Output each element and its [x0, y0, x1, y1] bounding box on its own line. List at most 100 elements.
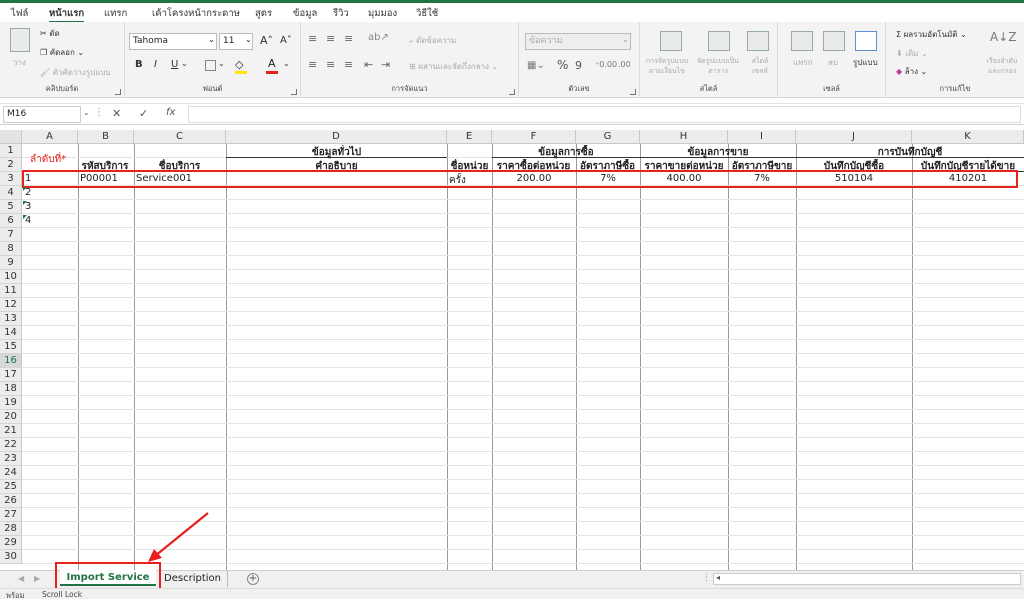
percent-button[interactable]: % — [557, 58, 568, 72]
decrease-decimal-icon[interactable]: .00 — [618, 60, 631, 69]
cut-button[interactable]: ✂ ตัด — [40, 27, 60, 40]
borders-chevron-icon[interactable]: ⌄ — [218, 59, 225, 68]
number-launcher-icon[interactable] — [630, 89, 636, 95]
row-header-1[interactable]: 1 — [0, 144, 22, 158]
decrease-indent-icon[interactable]: ⇤ — [364, 58, 373, 71]
row-header-14[interactable]: 14 — [0, 326, 22, 340]
conditional-format-button[interactable]: การจัดรูปแบบตามเงื่อนไข — [644, 56, 690, 76]
format-table-icon[interactable] — [708, 31, 730, 51]
conditional-format-icon[interactable] — [660, 31, 682, 51]
row-header-11[interactable]: 11 — [0, 284, 22, 298]
formula-input[interactable] — [188, 106, 1021, 123]
sort-filter-icon[interactable]: A↓Z — [990, 30, 1016, 44]
merge-center-button[interactable]: ⊞ ผสานและจัดกึ่งกลาง ⌄ — [409, 60, 498, 73]
row-header-28[interactable]: 28 — [0, 522, 22, 536]
grow-font-button[interactable]: A˄ — [260, 34, 273, 47]
row-header-24[interactable]: 24 — [0, 466, 22, 480]
row-header-15[interactable]: 15 — [0, 340, 22, 354]
italic-button[interactable]: I — [154, 59, 157, 70]
align-left-icon[interactable]: ≡ — [308, 58, 317, 71]
borders-icon[interactable] — [205, 60, 216, 71]
tab-formulas[interactable]: สูตร — [255, 6, 272, 23]
row-header-30[interactable]: 30 — [0, 550, 22, 564]
row-header-8[interactable]: 8 — [0, 242, 22, 256]
paste-icon[interactable] — [10, 28, 30, 52]
column-header-i[interactable]: I — [728, 130, 796, 144]
format-cells-icon[interactable] — [855, 31, 877, 51]
row-header-27[interactable]: 27 — [0, 508, 22, 522]
sort-filter-button[interactable]: เรียงลำดับและกรอง — [982, 56, 1022, 76]
shrink-font-button[interactable]: A˅ — [280, 35, 292, 46]
column-header-f[interactable]: F — [492, 130, 576, 144]
tab-home[interactable]: หน้าแรก — [49, 6, 85, 23]
cell-styles-button[interactable]: สไตล์เซลล์ — [744, 56, 776, 76]
row-header-25[interactable]: 25 — [0, 480, 22, 494]
row-header-20[interactable]: 20 — [0, 410, 22, 424]
copy-button[interactable]: ❐ คัดลอก ⌄ — [40, 46, 84, 59]
column-header-b[interactable]: B — [78, 130, 134, 144]
column-header-k[interactable]: K — [912, 130, 1024, 144]
delete-cells-button[interactable]: ลบ — [828, 56, 838, 69]
select-all-corner[interactable] — [0, 130, 22, 144]
cell-styles-icon[interactable] — [747, 31, 769, 51]
tab-page-layout[interactable]: เค้าโครงหน้ากระดาษ — [152, 6, 240, 23]
align-right-icon[interactable]: ≡ — [344, 58, 353, 71]
align-center-icon[interactable]: ≡ — [326, 58, 335, 71]
row-header-3[interactable]: 3 — [0, 172, 22, 186]
tab-data[interactable]: ข้อมูล — [293, 6, 317, 23]
next-sheet-icon[interactable]: ▶ — [34, 574, 40, 583]
row-header-7[interactable]: 7 — [0, 228, 22, 242]
row-header-10[interactable]: 10 — [0, 270, 22, 284]
orientation-icon[interactable]: ab↗ — [368, 32, 389, 43]
row-header-23[interactable]: 23 — [0, 452, 22, 466]
row-header-12[interactable]: 12 — [0, 298, 22, 312]
font-name-select[interactable]: Tahoma — [129, 33, 217, 50]
column-header-h[interactable]: H — [640, 130, 728, 144]
column-header-e[interactable]: E — [447, 130, 492, 144]
column-header-j[interactable]: J — [796, 130, 912, 144]
scroll-split-icon[interactable]: ⋮ — [702, 573, 711, 583]
row-header-17[interactable]: 17 — [0, 368, 22, 382]
tab-insert[interactable]: แทรก — [104, 6, 127, 23]
number-format-select[interactable]: ข้อความ — [525, 33, 631, 50]
tab-view[interactable]: มุมมอง — [368, 6, 397, 23]
delete-cells-icon[interactable] — [823, 31, 845, 51]
font-color-chevron-icon[interactable]: ⌄ — [283, 59, 290, 68]
fill-color-icon[interactable]: ◇ — [235, 58, 243, 71]
row-header-21[interactable]: 21 — [0, 424, 22, 438]
font-color-icon[interactable]: A — [268, 57, 276, 70]
bold-button[interactable]: B — [135, 59, 143, 70]
row-header-2[interactable]: 2 — [0, 158, 22, 172]
prev-sheet-icon[interactable]: ◀ — [18, 574, 24, 583]
tab-review[interactable]: รีวิว — [333, 6, 349, 23]
fill-button[interactable]: ⬇ เติม ⌄ — [896, 47, 928, 60]
paste-button[interactable]: วาง — [13, 56, 26, 69]
insert-cells-icon[interactable] — [791, 31, 813, 51]
format-cells-button[interactable]: รูปแบบ — [853, 56, 878, 69]
tab-file[interactable]: ไฟล์ — [11, 6, 28, 23]
sheet-tab-description[interactable]: Description — [158, 571, 228, 587]
row-header-16[interactable]: 16 — [0, 354, 22, 368]
row-header-26[interactable]: 26 — [0, 494, 22, 508]
insert-function-icon[interactable]: fx — [166, 107, 175, 118]
row-header-22[interactable]: 22 — [0, 438, 22, 452]
alignment-launcher-icon[interactable] — [509, 89, 515, 95]
row-header-5[interactable]: 5 — [0, 200, 22, 214]
column-header-c[interactable]: C — [134, 130, 226, 144]
column-header-a[interactable]: A — [22, 130, 78, 144]
cancel-icon[interactable]: ✕ — [112, 107, 121, 120]
increase-decimal-icon[interactable]: ⁺0.00 — [595, 60, 617, 69]
column-header-d[interactable]: D — [226, 130, 447, 144]
tab-help[interactable]: วิธีใช้ — [416, 6, 438, 23]
comma-button[interactable]: 9 — [575, 59, 582, 72]
wrap-text-button[interactable]: ⤶ ตัดข้อความ — [409, 34, 456, 47]
clipboard-launcher-icon[interactable] — [115, 89, 121, 95]
font-launcher-icon[interactable] — [291, 89, 297, 95]
increase-indent-icon[interactable]: ⇥ — [381, 58, 390, 71]
row-header-4[interactable]: 4 — [0, 186, 22, 200]
column-header-g[interactable]: G — [576, 130, 640, 144]
row-header-6[interactable]: 6 — [0, 214, 22, 228]
row-header-29[interactable]: 29 — [0, 536, 22, 550]
align-middle-icon[interactable]: ≡ — [326, 32, 335, 45]
name-box[interactable]: M16 — [3, 106, 81, 123]
